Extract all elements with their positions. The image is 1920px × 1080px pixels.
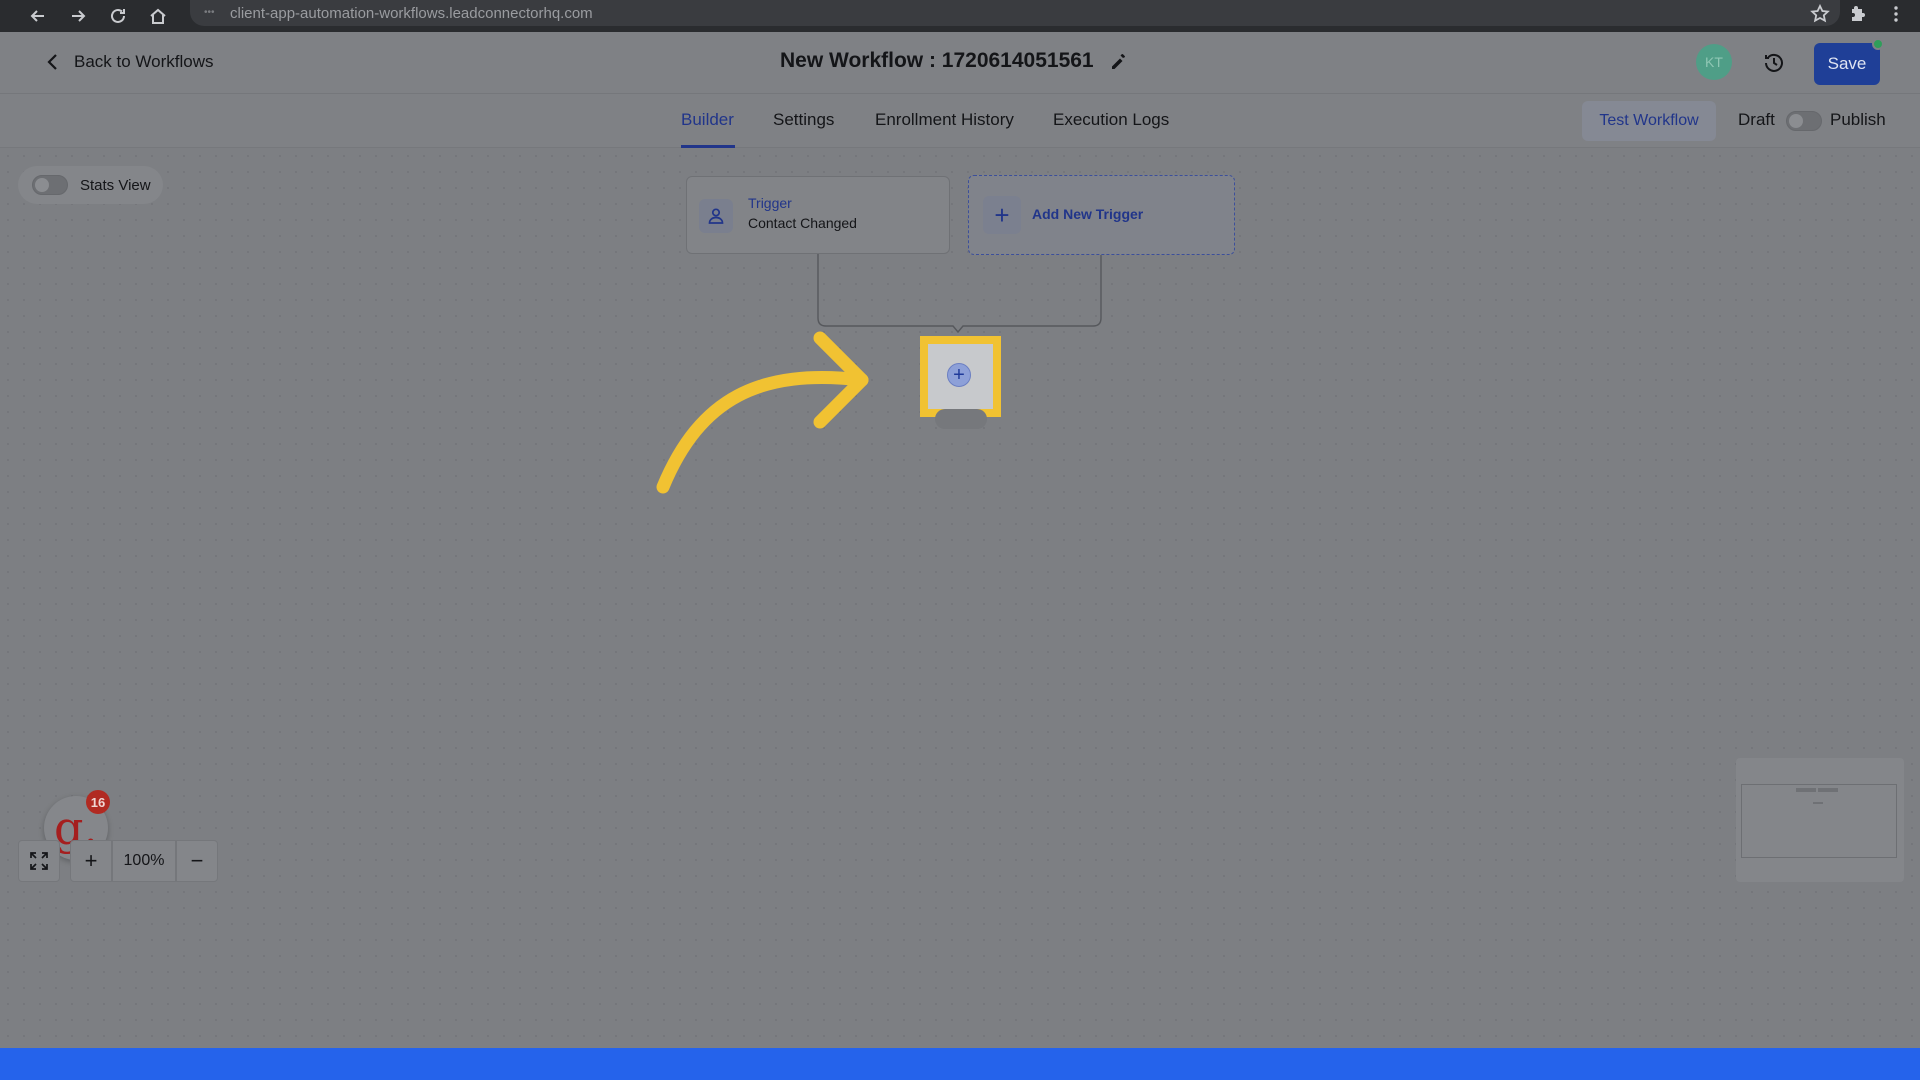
workflow-canvas[interactable]: Stats View Trigger Contact Changed + Add… <box>0 148 1920 1048</box>
contact-users-icon <box>699 199 733 233</box>
browser-toolbar: ••• client-app-automation-workflows.lead… <box>0 0 1920 32</box>
trigger-node[interactable]: Trigger Contact Changed <box>686 176 950 254</box>
browser-menu-icon[interactable] <box>1886 4 1906 29</box>
address-bar-url: client-app-automation-workflows.leadconn… <box>230 4 593 22</box>
test-workflow-button[interactable]: Test Workflow <box>1582 101 1716 141</box>
address-bar[interactable]: ••• client-app-automation-workflows.lead… <box>190 0 1840 26</box>
minimap-viewport[interactable] <box>1741 784 1897 858</box>
minimap-add-trigger-node <box>1818 788 1838 792</box>
edit-pencil-icon[interactable] <box>1110 52 1128 70</box>
zoom-out-button[interactable]: − <box>176 840 218 882</box>
workflow-title: New Workflow : 1720614051561 <box>780 49 1128 73</box>
tab-settings[interactable]: Settings <box>773 110 834 130</box>
stats-view-control: Stats View <box>18 166 163 204</box>
add-new-trigger-label: Add New Trigger <box>1032 206 1144 222</box>
browser-back-icon[interactable] <box>18 0 58 32</box>
draft-label: Draft <box>1738 110 1775 129</box>
tab-enrollment-history[interactable]: Enrollment History <box>875 110 1014 130</box>
add-action-plus-icon[interactable]: + <box>947 363 971 387</box>
history-clock-icon[interactable] <box>1762 51 1786 75</box>
zoom-controls: + 100% − <box>18 840 218 882</box>
bookmark-star-icon[interactable] <box>1810 3 1830 29</box>
save-button[interactable]: Save <box>1814 43 1880 85</box>
zoom-in-button[interactable]: + <box>70 840 112 882</box>
site-info-icon[interactable]: ••• <box>204 8 220 18</box>
annotation-arrow <box>656 371 869 494</box>
workflow-tabs: Builder Settings Enrollment History Exec… <box>0 94 1920 148</box>
browser-home-icon[interactable] <box>138 0 178 32</box>
bottom-banner <box>0 1048 1920 1080</box>
canvas-minimap[interactable] <box>1736 758 1904 882</box>
extensions-puzzle-icon[interactable] <box>1848 4 1868 29</box>
user-avatar[interactable]: KT <box>1696 44 1732 80</box>
tab-execution-logs[interactable]: Execution Logs <box>1053 110 1169 130</box>
trigger-title: Trigger <box>748 195 792 211</box>
minimap-action-node <box>1813 802 1823 804</box>
back-to-workflows-label: Back to Workflows <box>74 52 214 71</box>
zoom-group: + 100% − <box>70 840 218 882</box>
add-new-trigger-button[interactable]: + Add New Trigger <box>968 175 1235 255</box>
workflow-title-text: New Workflow : 1720614051561 <box>780 49 1094 72</box>
back-to-workflows-link[interactable]: Back to Workflows <box>44 52 214 72</box>
workflow-header: Back to Workflows New Workflow : 1720614… <box>0 32 1920 94</box>
tab-builder[interactable]: Builder <box>681 110 734 130</box>
zoom-level: 100% <box>112 840 176 882</box>
unsaved-status-dot <box>1872 38 1884 50</box>
workflow-connector-lines <box>656 254 1102 494</box>
stats-view-label: Stats View <box>80 176 151 194</box>
publish-toggle[interactable] <box>1786 111 1822 131</box>
chevron-left-icon <box>47 54 57 70</box>
publish-label: Publish <box>1830 110 1886 129</box>
browser-reload-icon[interactable] <box>98 0 138 32</box>
browser-forward-icon[interactable] <box>58 0 98 32</box>
minimap-trigger-node <box>1796 788 1816 792</box>
guide-notification-count: 16 <box>86 790 110 814</box>
trigger-subtitle: Contact Changed <box>748 215 857 231</box>
stats-view-toggle[interactable] <box>32 175 68 195</box>
end-node <box>935 409 987 429</box>
plus-icon: + <box>983 196 1021 234</box>
fit-to-screen-icon[interactable] <box>18 840 60 882</box>
